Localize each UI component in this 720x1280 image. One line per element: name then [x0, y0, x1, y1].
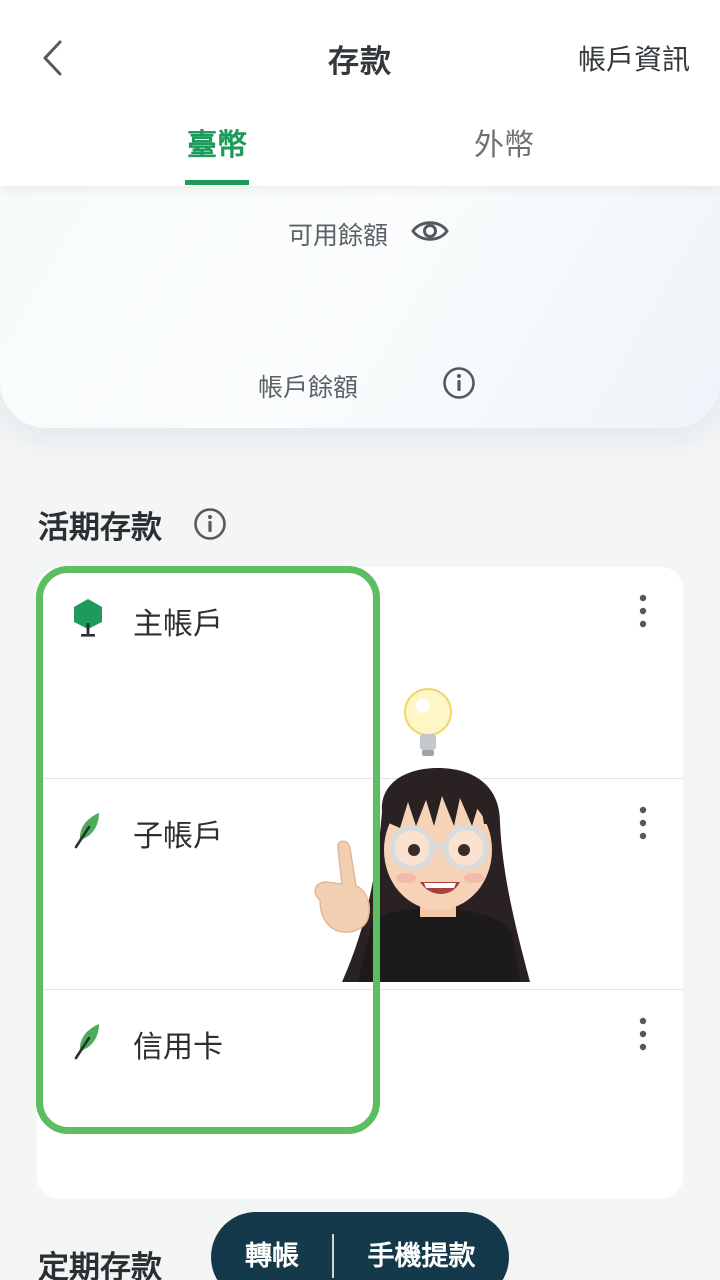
demand-deposit-title: 活期存款: [38, 510, 162, 546]
transfer-button[interactable]: 轉帳: [211, 1212, 333, 1280]
tab-twd[interactable]: 臺幣: [185, 120, 249, 164]
more-options-icon[interactable]: [631, 1016, 655, 1054]
available-balance-label: 可用餘額: [288, 221, 389, 250]
account-name: 主帳戶: [133, 607, 223, 642]
tab-foreign-currency[interactable]: 外幣: [470, 120, 538, 164]
info-icon[interactable]: [442, 366, 476, 400]
tree-icon: [74, 599, 102, 637]
leaf-icon: [74, 1024, 99, 1060]
account-balance-label: 帳戶餘額: [258, 373, 359, 402]
account-name: 信用卡: [133, 1030, 223, 1065]
floating-action-bar: 轉帳 手機提款: [211, 1212, 509, 1280]
time-deposit-title: 定期存款: [38, 1250, 162, 1280]
account-row-credit-card[interactable]: 信用卡: [37, 989, 683, 1200]
info-icon[interactable]: [193, 507, 227, 541]
eye-icon[interactable]: [410, 214, 450, 248]
leaf-icon: [74, 813, 99, 849]
mobile-withdraw-button[interactable]: 手機提款: [334, 1212, 509, 1280]
account-info-link[interactable]: 帳戶資訊: [578, 38, 690, 78]
account-name: 子帳戶: [133, 819, 223, 854]
balance-card: 可用餘額 帳戶餘額: [0, 186, 720, 428]
more-options-icon[interactable]: [631, 593, 655, 631]
more-options-icon[interactable]: [631, 805, 655, 843]
top-header: 存款 帳戶資訊 臺幣 外幣: [0, 0, 720, 186]
active-tab-indicator: [185, 180, 249, 185]
memoji-sticker-image: [314, 688, 530, 982]
